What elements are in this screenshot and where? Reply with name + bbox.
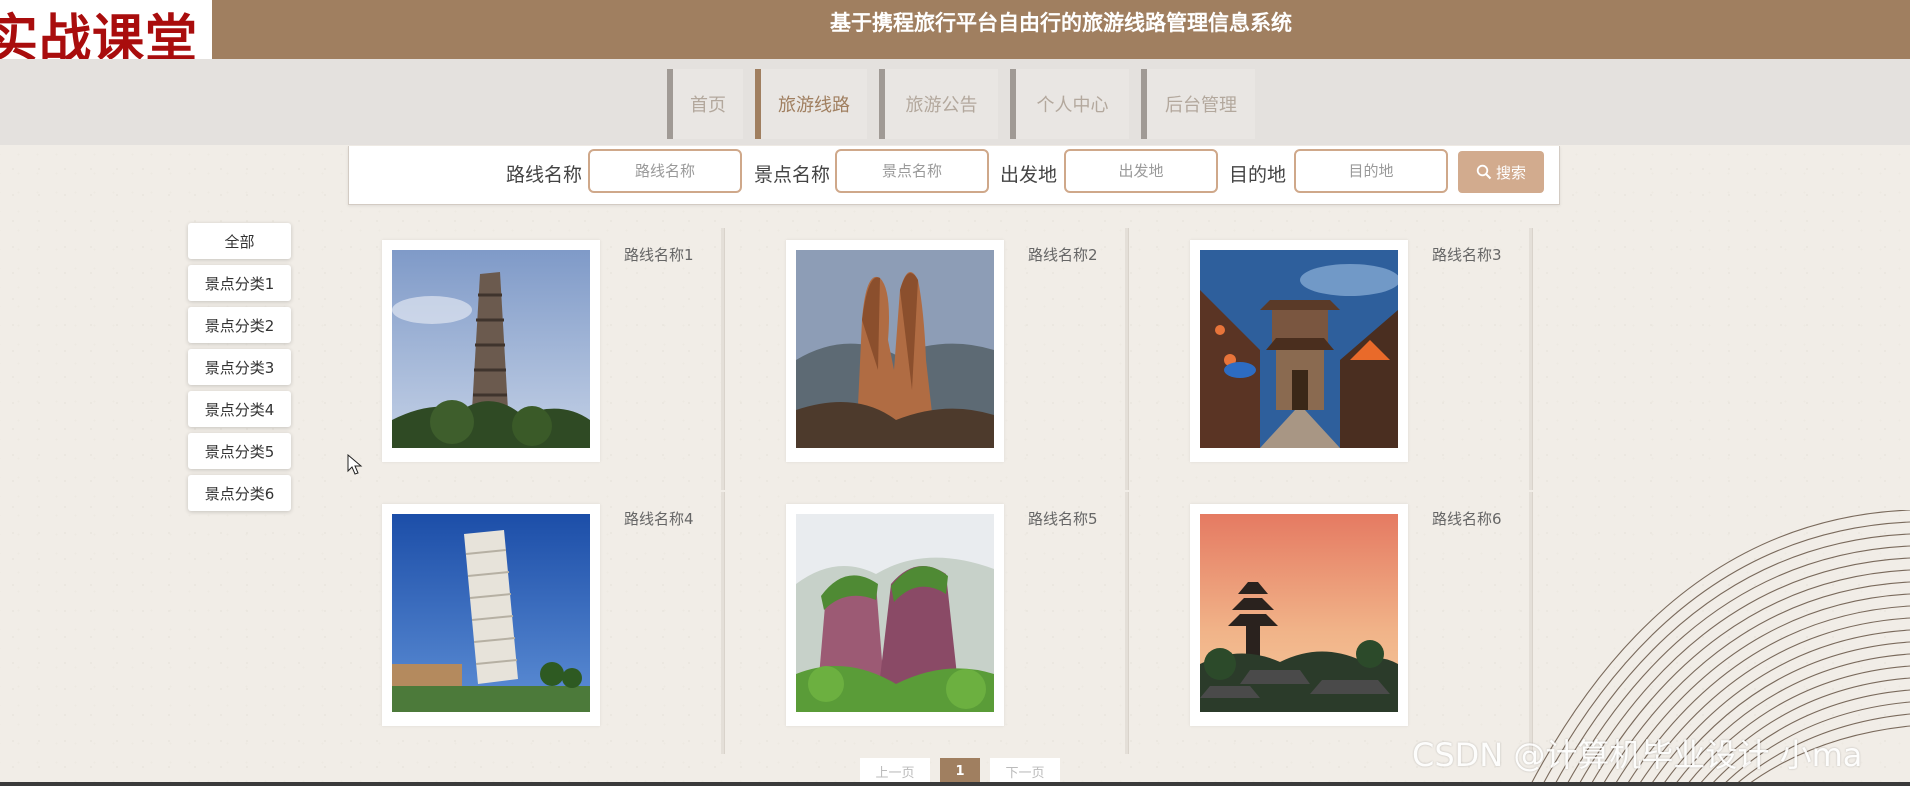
card-divider: [1125, 228, 1128, 490]
category-item[interactable]: 景点分类3: [188, 349, 291, 385]
next-page-button[interactable]: 下一页: [990, 758, 1060, 784]
pagoda-sunset-photo[interactable]: [1200, 514, 1398, 712]
nav-item-admin[interactable]: 后台管理: [1141, 69, 1255, 139]
csdn-watermark: CSDN @计算机毕业设计 小ma: [1412, 736, 1863, 774]
route-name-label: 路线名称: [506, 164, 583, 186]
route-card[interactable]: 路线名称3: [1190, 228, 1592, 490]
current-page-button[interactable]: 1: [940, 758, 980, 784]
old-town-street-photo[interactable]: [1200, 250, 1398, 448]
scenic-name-input[interactable]: [835, 149, 989, 193]
pagination: 上一页 1 下一页: [860, 758, 1060, 784]
window-bottom-edge: [0, 782, 1910, 786]
category-all[interactable]: 全部: [188, 223, 291, 259]
logo-text: 实战课堂: [0, 9, 199, 59]
route-image-frame: [1190, 240, 1408, 462]
search-panel: 路线名称 景点名称 出发地 目的地 搜索: [348, 146, 1560, 205]
route-name[interactable]: 路线名称3: [1432, 244, 1502, 265]
site-logo[interactable]: 实战课堂: [0, 0, 212, 59]
search-button[interactable]: 搜索: [1458, 151, 1544, 193]
leaning-tower-photo[interactable]: [392, 514, 590, 712]
green-cliff-photo[interactable]: [796, 514, 994, 712]
category-item[interactable]: 景点分类5: [188, 433, 291, 469]
destination-label: 目的地: [1229, 164, 1287, 186]
search-button-label: 搜索: [1495, 164, 1526, 182]
route-name[interactable]: 路线名称4: [624, 508, 694, 529]
route-image-frame: [382, 240, 600, 462]
destination-input[interactable]: [1294, 149, 1448, 193]
card-divider: [721, 228, 724, 490]
departure-input[interactable]: [1064, 149, 1218, 193]
route-name[interactable]: 路线名称5: [1028, 508, 1098, 529]
route-image-frame: [786, 504, 1004, 726]
main-nav: 首页 旅游线路 旅游公告 个人中心 后台管理: [0, 59, 1910, 145]
nav-item-home[interactable]: 首页: [667, 69, 743, 139]
rock-pillars-photo[interactable]: [796, 250, 994, 448]
category-item[interactable]: 景点分类4: [188, 391, 291, 427]
nav-item-user-center[interactable]: 个人中心: [1010, 69, 1129, 139]
route-image-frame: [1190, 504, 1408, 726]
departure-label: 出发地: [1000, 164, 1058, 186]
route-image-frame: [786, 240, 1004, 462]
site-title: 基于携程旅行平台自由行的旅游线路管理信息系统: [830, 11, 1292, 35]
card-divider: [721, 492, 724, 754]
route-name-input[interactable]: [588, 149, 742, 193]
window-edge: [1910, 0, 1920, 786]
category-list: 全部 景点分类1 景点分类2 景点分类3 景点分类4 景点分类5 景点分类6: [188, 223, 291, 517]
route-image-frame: [382, 504, 600, 726]
prev-page-button[interactable]: 上一页: [860, 758, 930, 784]
nav-item-routes[interactable]: 旅游线路: [755, 69, 867, 139]
category-item[interactable]: 景点分类6: [188, 475, 291, 511]
scenic-name-label: 景点名称: [754, 164, 831, 186]
stone-pagoda-photo[interactable]: [392, 250, 590, 448]
route-card[interactable]: 路线名称1: [382, 228, 784, 490]
mouse-cursor-icon: [347, 454, 363, 475]
site-header: 实战课堂 基于携程旅行平台自由行的旅游线路管理信息系统: [0, 0, 1910, 59]
category-item[interactable]: 景点分类1: [188, 265, 291, 301]
route-name[interactable]: 路线名称6: [1432, 508, 1502, 529]
search-icon: [1476, 164, 1492, 180]
route-card[interactable]: 路线名称2: [786, 228, 1188, 490]
route-name[interactable]: 路线名称1: [624, 244, 694, 265]
route-card[interactable]: 路线名称4: [382, 492, 784, 754]
category-item[interactable]: 景点分类2: [188, 307, 291, 343]
route-name[interactable]: 路线名称2: [1028, 244, 1098, 265]
route-card[interactable]: 路线名称5: [786, 492, 1188, 754]
nav-item-notices[interactable]: 旅游公告: [879, 69, 998, 139]
card-divider: [1529, 228, 1532, 490]
card-divider: [1125, 492, 1128, 754]
